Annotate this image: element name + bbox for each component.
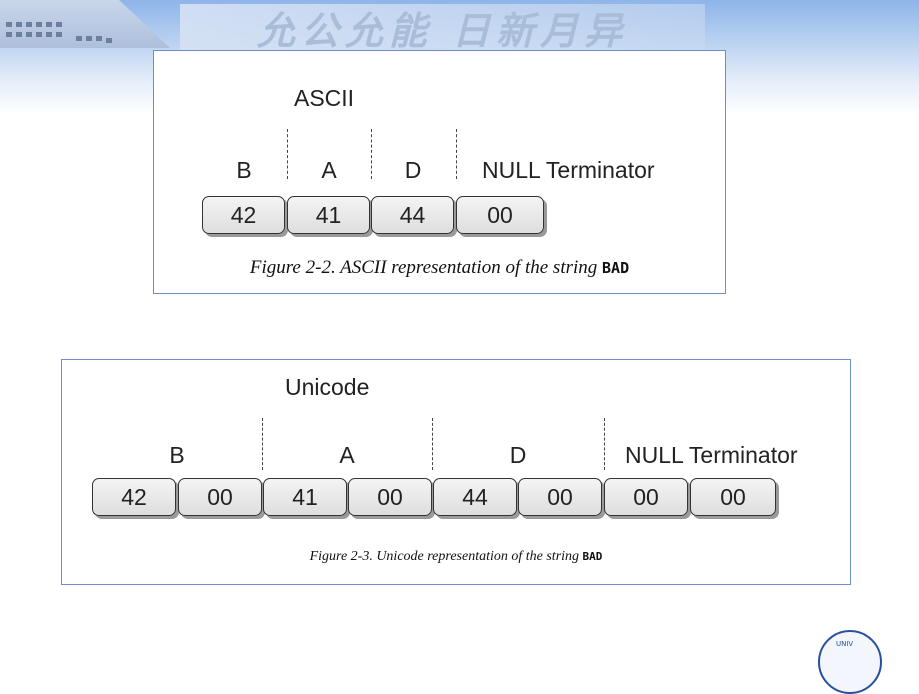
caption-text: Figure 2-3. Unicode representation of th… — [309, 549, 580, 564]
byte-cell: 44 — [371, 196, 454, 234]
char-label-b: B — [169, 442, 185, 468]
encoding-label: Unicode — [285, 374, 370, 400]
byte-cell: 00 — [518, 478, 602, 516]
figure-caption: Figure 2-3. Unicode representation of th… — [62, 549, 850, 565]
byte-cell: 42 — [202, 196, 285, 234]
seal-text: UNIV — [836, 640, 854, 648]
char-label-null: NULL Terminator — [625, 442, 798, 468]
caption-text: Figure 2-2. ASCII representation of the … — [249, 257, 598, 278]
figure-caption: Figure 2-2. ASCII representation of the … — [154, 257, 725, 279]
byte-cell: 00 — [456, 196, 544, 234]
university-motto: 允公允能 日新月异 — [180, 4, 705, 53]
char-label-d: D — [509, 442, 527, 468]
byte-divider — [604, 418, 605, 470]
byte-cell: 44 — [433, 478, 517, 516]
char-label-a: A — [321, 157, 337, 183]
byte-cell: 00 — [604, 478, 688, 516]
university-seal-logo: UNIV — [818, 630, 882, 694]
byte-cell: 41 — [263, 478, 347, 516]
char-label-null: NULL Terminator — [482, 157, 655, 183]
ascii-figure: ASCII B A D NULL Terminator 42 41 44 00 … — [153, 50, 726, 294]
char-label-a: A — [339, 442, 355, 468]
caption-code: BAD — [582, 550, 603, 563]
unicode-figure: Unicode B A D NULL Terminator 42 00 41 0… — [61, 359, 851, 585]
byte-cell: 42 — [92, 478, 176, 516]
byte-cell: 00 — [178, 478, 262, 516]
char-label-b: B — [236, 157, 252, 183]
byte-divider — [456, 129, 457, 179]
byte-cell: 00 — [348, 478, 432, 516]
caption-code: BAD — [602, 259, 630, 277]
byte-cell: 00 — [690, 478, 776, 516]
char-label-d: D — [404, 157, 422, 183]
byte-cell: 41 — [287, 196, 370, 234]
encoding-label: ASCII — [294, 85, 355, 111]
